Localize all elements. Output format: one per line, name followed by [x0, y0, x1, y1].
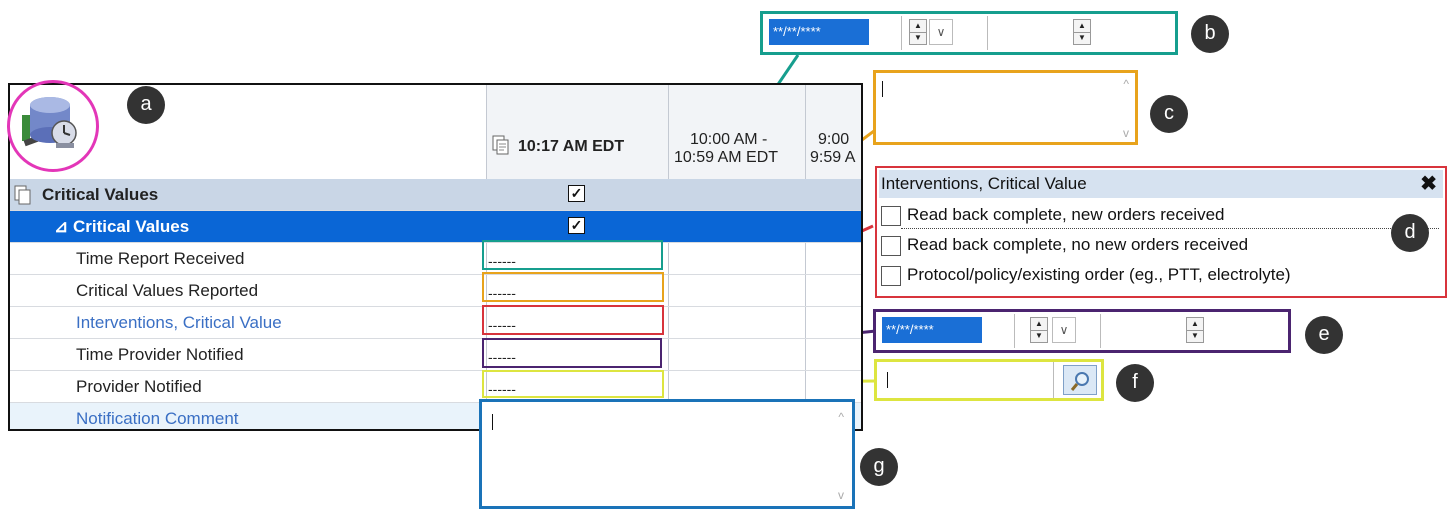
provider-search-control-f[interactable]	[874, 359, 1104, 401]
row-label: Critical Values Reported	[76, 281, 259, 300]
column-header-current-time[interactable]: 10:17 AM EDT	[518, 138, 624, 156]
row-time-provider-notified[interactable]: Time Provider Notified ------	[10, 339, 861, 371]
column-header-line: 10:59 AM EDT	[674, 149, 779, 166]
option-protocol-policy[interactable]: Protocol/policy/existing order (eg., PTT…	[881, 261, 1291, 289]
interventions-popup-d[interactable]: Interventions, Critical Value ✖ Read bac…	[875, 166, 1447, 298]
highlight-time-report-received	[482, 240, 663, 270]
highlight-provider-notified	[482, 370, 664, 398]
chevron-down-icon: ∨	[1059, 323, 1069, 337]
callout-f: f	[1116, 364, 1154, 402]
document-icon	[492, 135, 509, 155]
column-header-9am[interactable]: 9:00 9:59 A	[810, 131, 855, 167]
option-checkbox[interactable]	[881, 205, 901, 226]
date-input[interactable]: **/**/****	[769, 19, 869, 45]
text-caret	[887, 372, 888, 388]
highlight-critical-values-reported	[482, 272, 664, 302]
calendar-dropdown-button[interactable]: ∨	[929, 19, 953, 45]
divider	[1100, 314, 1101, 348]
callout-a: a	[127, 86, 165, 124]
time-spinner[interactable]: ▲ ▼	[1186, 317, 1204, 343]
date-spinner[interactable]: ▲ ▼	[909, 19, 927, 45]
row-critical-values-group[interactable]: ⊿ Critical Values ✓	[10, 211, 861, 243]
row-time-report-received[interactable]: Time Report Received ------	[10, 243, 861, 275]
spin-down-icon[interactable]: ▼	[1074, 32, 1090, 44]
divider	[1014, 314, 1015, 348]
document-icon	[14, 185, 31, 205]
column-header-line: 9:00	[818, 131, 850, 148]
callout-c: c	[1150, 95, 1188, 133]
scroll-up-icon[interactable]: ^	[1123, 77, 1129, 91]
row-label: Provider Notified	[76, 377, 202, 396]
scroll-down-icon[interactable]: v	[838, 488, 844, 502]
highlight-time-provider-notified	[482, 338, 662, 368]
text-caret	[882, 81, 883, 97]
calendar-dropdown-button[interactable]: ∨	[1052, 317, 1076, 343]
column-header-line: 9:59 A	[810, 149, 856, 166]
row-checkbox[interactable]: ✓	[568, 185, 585, 202]
callout-d: d	[1391, 214, 1429, 252]
row-critical-values-reported[interactable]: Critical Values Reported ------	[10, 275, 861, 307]
scroll-up-icon[interactable]: ^	[838, 410, 844, 424]
option-label: Read back complete, no new orders receiv…	[907, 235, 1249, 254]
row-label: Notification Comment	[76, 409, 239, 428]
search-icon	[1070, 372, 1089, 391]
row-label: Time Report Received	[76, 249, 245, 268]
row-label: Interventions, Critical Value	[76, 313, 282, 332]
close-icon[interactable]: ✖	[1420, 170, 1437, 198]
column-header-10am[interactable]: 10:00 AM - 10:59 AM EDT	[674, 131, 778, 167]
highlight-interventions	[482, 305, 664, 335]
flowsheet-panel: 10:17 AM EDT 10:00 AM - 10:59 AM EDT 9:0…	[8, 83, 863, 431]
option-read-back-new-orders[interactable]: Read back complete, new orders received	[881, 201, 1225, 229]
search-button[interactable]	[1063, 365, 1097, 395]
option-checkbox[interactable]	[881, 265, 901, 286]
option-label: Read back complete, new orders received	[907, 205, 1225, 224]
text-caret	[492, 414, 493, 430]
spin-down-icon[interactable]: ▼	[1031, 330, 1047, 342]
divider	[1053, 362, 1054, 398]
chevron-down-icon: ∨	[936, 25, 946, 39]
popup-title: Interventions, Critical Value	[879, 170, 1443, 198]
scroll-down-icon[interactable]: v	[1123, 126, 1129, 140]
highlight-app-icon-circle	[7, 80, 99, 172]
callout-g: g	[860, 448, 898, 486]
time-spinner[interactable]: ▲ ▼	[1073, 19, 1091, 45]
option-checkbox[interactable]	[881, 235, 901, 256]
option-label: Protocol/policy/existing order (eg., PTT…	[907, 265, 1291, 284]
row-interventions-critical-value[interactable]: Interventions, Critical Value ------	[10, 307, 861, 339]
callout-b: b	[1191, 15, 1229, 53]
date-spinner[interactable]: ▲ ▼	[1030, 317, 1048, 343]
row-label: Time Provider Notified	[76, 345, 244, 364]
row-critical-values-section[interactable]: Critical Values ✓	[10, 179, 861, 211]
row-label: Critical Values	[42, 185, 159, 204]
column-header-line: 10:00 AM -	[690, 131, 768, 148]
option-read-back-no-new-orders[interactable]: Read back complete, no new orders receiv…	[881, 231, 1248, 259]
row-checkbox[interactable]: ✓	[568, 217, 585, 234]
date-time-control-b[interactable]: **/**/**** ▲ ▼ ∨ ▲ ▼	[760, 11, 1178, 55]
comment-textarea-g[interactable]: ^ v	[479, 399, 855, 509]
spin-down-icon[interactable]: ▼	[910, 32, 926, 44]
row-label: ⊿ Critical Values	[54, 217, 190, 236]
spin-down-icon[interactable]: ▼	[1187, 330, 1203, 342]
divider	[987, 16, 988, 50]
divider	[901, 16, 902, 50]
date-input[interactable]: **/**/****	[882, 317, 982, 343]
text-input-c[interactable]: ^ v	[873, 70, 1138, 145]
callout-e: e	[1305, 316, 1343, 354]
date-time-control-e[interactable]: **/**/**** ▲ ▼ ∨ ▲ ▼	[873, 309, 1291, 353]
